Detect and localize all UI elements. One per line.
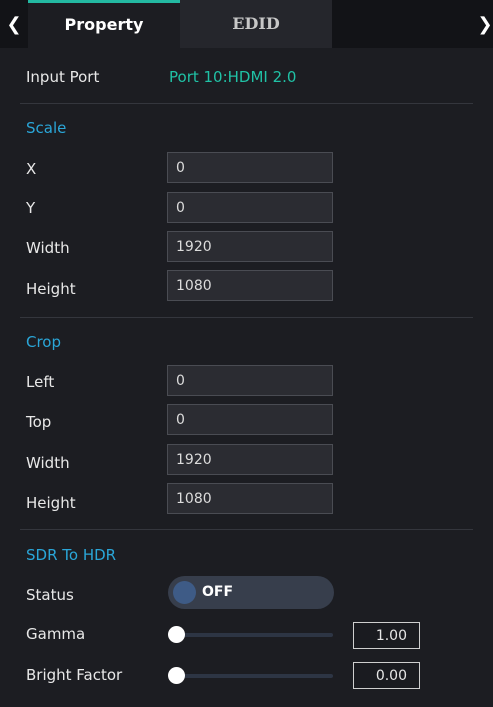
crop-height-field[interactable] xyxy=(167,483,333,514)
status-toggle[interactable]: OFF xyxy=(168,576,334,609)
scale-y-field[interactable] xyxy=(167,192,333,223)
sdr-to-hdr-section-title: SDR To HDR xyxy=(26,546,117,564)
crop-left-field[interactable] xyxy=(167,365,333,396)
gamma-slider-thumb[interactable] xyxy=(168,626,185,643)
crop-left-label: Left xyxy=(26,373,55,391)
bright-factor-slider[interactable] xyxy=(168,667,333,684)
scale-width-label: Width xyxy=(26,239,70,257)
scale-x-field[interactable] xyxy=(167,152,333,183)
bright-factor-value-field[interactable] xyxy=(353,662,420,689)
scale-section-title: Scale xyxy=(26,119,67,137)
input-port-value: Port 10:HDMI 2.0 xyxy=(169,68,297,86)
input-port-label: Input Port xyxy=(26,68,100,86)
scale-y-label: Y xyxy=(26,199,36,217)
divider xyxy=(20,529,473,530)
scale-width-field[interactable] xyxy=(167,231,333,262)
chevron-right-icon[interactable]: ❯ xyxy=(475,13,493,37)
scale-x-label: X xyxy=(26,160,37,178)
gamma-slider[interactable] xyxy=(168,626,333,643)
toggle-knob xyxy=(173,581,196,604)
status-label: Status xyxy=(26,586,74,604)
status-toggle-text: OFF xyxy=(202,584,234,600)
crop-top-field[interactable] xyxy=(167,404,333,435)
crop-width-label: Width xyxy=(26,454,70,472)
divider xyxy=(20,103,473,104)
tab-edid[interactable]: EDID xyxy=(180,0,332,48)
divider xyxy=(20,317,473,318)
scale-height-label: Height xyxy=(26,280,76,298)
bright-factor-slider-thumb[interactable] xyxy=(168,667,185,684)
crop-top-label: Top xyxy=(26,413,52,431)
gamma-label: Gamma xyxy=(26,625,86,643)
crop-width-field[interactable] xyxy=(167,444,333,475)
scale-height-field[interactable] xyxy=(167,270,333,301)
tab-bar: ❮ Property EDID ❯ xyxy=(0,0,493,48)
crop-section-title: Crop xyxy=(26,333,62,351)
crop-height-label: Height xyxy=(26,494,76,512)
gamma-value-field[interactable] xyxy=(353,622,420,649)
chevron-left-icon[interactable]: ❮ xyxy=(4,13,24,37)
tab-property[interactable]: Property xyxy=(28,0,180,48)
bright-factor-label: Bright Factor xyxy=(26,666,123,684)
